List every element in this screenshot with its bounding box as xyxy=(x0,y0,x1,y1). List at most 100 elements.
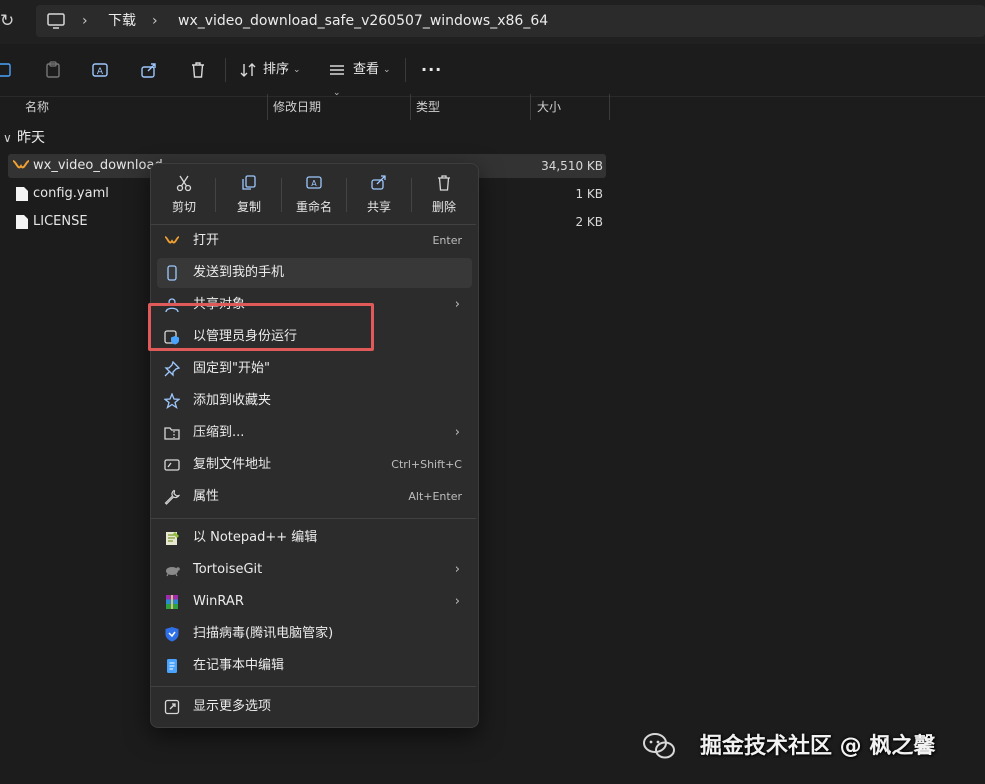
this-pc-icon[interactable] xyxy=(46,11,66,31)
menu-item-notepadpp[interactable]: 以 Notepad++ 编辑 xyxy=(157,523,472,553)
file-name[interactable]: LICENSE xyxy=(33,212,88,232)
new-item-icon[interactable] xyxy=(0,60,16,80)
chevron-down-icon[interactable]: ⌄ xyxy=(383,60,391,80)
column-divider[interactable] xyxy=(410,94,411,120)
wrench-icon xyxy=(164,489,180,505)
cut-button[interactable]: 剪切 xyxy=(154,172,214,218)
rename-label: 重命名 xyxy=(295,200,332,214)
chevron-down-icon[interactable]: ⌄ xyxy=(293,60,301,80)
menu-item-label: 固定到"开始" xyxy=(193,361,270,376)
delete-icon[interactable] xyxy=(188,60,208,80)
column-header-date[interactable]: 修改日期 xyxy=(273,96,321,118)
menu-item-virus-scan[interactable]: 扫描病毒(腾讯电脑管家) xyxy=(157,619,472,649)
rename-button[interactable]: A 重命名 xyxy=(284,172,344,218)
menu-divider xyxy=(151,686,476,687)
rename-icon: A xyxy=(306,176,322,189)
share-button[interactable]: 共享 xyxy=(349,172,409,218)
chevron-right-icon: › xyxy=(454,594,460,609)
wechat-icon xyxy=(643,733,675,759)
column-header-type[interactable]: 类型 xyxy=(416,96,440,118)
notepadpp-icon xyxy=(166,532,179,545)
chevron-right-icon: › xyxy=(454,562,460,577)
menu-item-label: 发送到我的手机 xyxy=(193,265,285,280)
menu-item-compress-to[interactable]: 压缩到... › xyxy=(157,418,472,448)
menu-item-show-more-options[interactable]: 显示更多选项 xyxy=(157,692,472,722)
menu-item-shortcut: Alt+Enter xyxy=(408,490,462,503)
view-button[interactable]: 查看 xyxy=(353,60,379,80)
menu-item-label: 添加到收藏夹 xyxy=(193,393,272,408)
file-name[interactable]: config.yaml xyxy=(33,184,109,204)
copy-label: 复制 xyxy=(236,200,261,214)
menu-item-open[interactable]: 打开 Enter xyxy=(157,226,472,256)
menu-divider xyxy=(215,178,216,212)
breadcrumb-separator[interactable]: › xyxy=(152,11,158,31)
column-divider[interactable] xyxy=(530,94,531,120)
menu-item-label: 复制文件地址 xyxy=(193,457,272,472)
menu-item-label: 扫描病毒(腾讯电脑管家) xyxy=(193,626,334,641)
column-divider[interactable] xyxy=(267,94,268,120)
menu-item-send-to-phone[interactable]: 发送到我的手机 xyxy=(157,258,472,288)
menu-item-label: TortoiseGit xyxy=(193,562,263,577)
column-header-name[interactable]: 名称 xyxy=(25,96,49,118)
chevron-right-icon: › xyxy=(454,425,460,440)
delete-button[interactable]: 删除 xyxy=(414,172,474,218)
menu-item-shortcut: Ctrl+Shift+C xyxy=(391,458,462,471)
file-size: 1 KB xyxy=(575,187,603,201)
watermark-text: 掘金技术社区 @ 枫之馨 xyxy=(700,734,936,759)
file-size: 2 KB xyxy=(575,215,603,229)
sort-button[interactable]: 排序 xyxy=(263,60,289,80)
file-name[interactable]: wx_video_download. xyxy=(33,156,167,176)
menu-divider xyxy=(411,178,412,212)
paste-icon[interactable] xyxy=(43,60,63,80)
breadcrumb-separator[interactable]: › xyxy=(82,11,88,31)
share-icon[interactable] xyxy=(139,60,159,80)
notepad-icon xyxy=(167,659,177,673)
copy-button[interactable]: 复制 xyxy=(219,172,279,218)
column-header-size[interactable]: 大小 xyxy=(537,96,561,118)
file-size: 34,510 KB xyxy=(541,159,603,173)
menu-item-label: 打开 xyxy=(193,233,220,248)
toolbar-divider xyxy=(225,58,226,82)
path-icon xyxy=(164,459,180,471)
menu-item-edit-in-notepad[interactable]: 在记事本中编辑 xyxy=(157,651,472,681)
menu-divider xyxy=(151,518,476,519)
refresh-icon[interactable]: ↻ xyxy=(0,10,14,32)
menu-item-add-to-favorites[interactable]: 添加到收藏夹 xyxy=(157,386,472,416)
breadcrumb-downloads[interactable]: 下载 xyxy=(108,11,136,31)
menu-item-copy-path[interactable]: 复制文件地址 Ctrl+Shift+C xyxy=(157,450,472,480)
more-options-button[interactable]: ··· xyxy=(421,60,442,80)
breadcrumb-current-folder[interactable]: wx_video_download_safe_v260507_windows_x… xyxy=(178,11,548,31)
folder-zip-icon xyxy=(164,427,180,440)
menu-divider xyxy=(346,178,347,212)
menu-divider xyxy=(281,178,282,212)
chevron-down-icon[interactable]: ∨ xyxy=(3,129,15,147)
highlight-annotation xyxy=(148,303,374,351)
trash-icon xyxy=(438,175,450,191)
star-icon xyxy=(164,393,180,409)
chevron-right-icon: › xyxy=(454,297,460,312)
pin-icon xyxy=(164,361,180,377)
delete-label: 删除 xyxy=(431,200,456,214)
menu-item-pin-to-start[interactable]: 固定到"开始" xyxy=(157,354,472,384)
menu-item-tortoisegit[interactable]: TortoiseGit › xyxy=(157,555,472,585)
scissors-icon xyxy=(176,175,192,192)
winrar-icon xyxy=(166,595,178,609)
shield-icon xyxy=(165,627,179,642)
toolbar-divider xyxy=(405,58,406,82)
share-label: 共享 xyxy=(366,200,391,214)
rename-icon[interactable]: A xyxy=(90,60,110,80)
menu-item-label: 显示更多选项 xyxy=(193,699,272,714)
svg-text:A: A xyxy=(97,67,104,77)
view-icon[interactable] xyxy=(327,60,347,80)
menu-item-label: 在记事本中编辑 xyxy=(193,658,285,673)
sort-icon[interactable] xyxy=(238,60,258,80)
copy-icon xyxy=(242,175,256,190)
file-icon xyxy=(16,187,28,201)
group-header[interactable]: 昨天 xyxy=(17,128,45,148)
column-divider[interactable] xyxy=(609,94,610,120)
menu-item-label: 压缩到... xyxy=(193,425,245,440)
more-options-icon xyxy=(164,699,180,715)
menu-item-winrar[interactable]: WinRAR › xyxy=(157,587,472,617)
sort-indicator-icon: ⌄ xyxy=(333,88,341,98)
menu-item-properties[interactable]: 属性 Alt+Enter xyxy=(157,482,472,512)
